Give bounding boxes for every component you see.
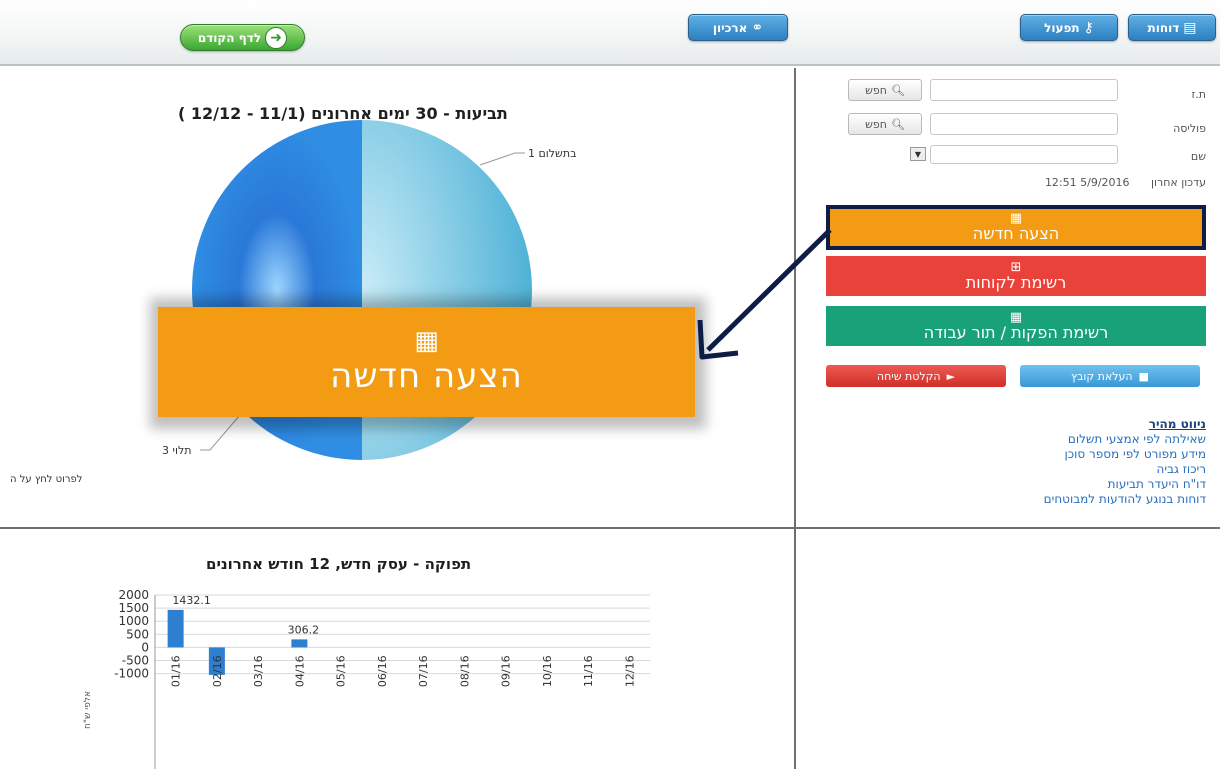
x-tick-label: 12/16 xyxy=(623,655,636,687)
contacts-icon: ⊞ xyxy=(1010,259,1022,275)
pie-label-paid: בתשלום 1 xyxy=(528,147,576,160)
policy-input[interactable] xyxy=(930,113,1118,135)
y-tick-label: 2000 xyxy=(118,588,149,602)
quick-nav-link[interactable]: מידע מפורט לפי מספר סוכן xyxy=(826,447,1207,462)
y-tick-label: -1000 xyxy=(114,667,149,681)
key-icon: ⚷ xyxy=(1083,19,1094,36)
customer-list-button[interactable]: ⊞ רשימת לקוחות xyxy=(826,256,1206,296)
calculator-icon: ▦ xyxy=(1009,309,1023,325)
pie-chart-note: לפרוט לחץ על ה xyxy=(10,474,83,485)
y-tick-label: 1000 xyxy=(118,614,149,628)
chevron-down-icon[interactable]: ▼ xyxy=(910,147,926,161)
back-button[interactable]: לדף הקודם ➜ xyxy=(180,24,305,51)
new-offer-popup-label: הצעה חדשה xyxy=(330,356,523,397)
search-icon: 🔍︎ xyxy=(890,83,905,97)
name-select[interactable] xyxy=(930,145,1118,164)
y-axis-title: אלפי ש"ח xyxy=(83,691,93,729)
back-button-label: לדף הקודם xyxy=(197,30,262,45)
new-offer-popup[interactable]: ▦ הצעה חדשה xyxy=(158,307,695,417)
x-tick-label: 11/16 xyxy=(582,655,595,687)
x-tick-label: 08/16 xyxy=(458,655,471,687)
quick-nav: ניווט מהיר שאילתה לפי אמצעי תשלום מידע מ… xyxy=(826,417,1206,507)
reports-button[interactable]: דוחות ▤ xyxy=(1128,14,1216,41)
x-tick-label: 01/16 xyxy=(170,655,183,687)
last-update: עדכון אחרון 12:51 5/9/2016 xyxy=(1045,176,1206,189)
production-list-button[interactable]: ▦ רשימת הפקות / תור עבודה xyxy=(826,306,1206,346)
operational-button-label: תפעול xyxy=(1044,20,1080,35)
upload-file-button[interactable]: העלאת קובץ ■ xyxy=(1020,365,1200,387)
x-tick-label: 09/16 xyxy=(500,655,513,687)
quick-nav-title: ניווט מהיר xyxy=(1148,417,1206,431)
x-tick-label: 10/16 xyxy=(541,655,554,687)
play-icon: ► xyxy=(946,369,956,383)
name-label: שם xyxy=(1190,150,1206,163)
bar xyxy=(291,639,308,648)
quick-nav-link[interactable]: דו"ח היעדר תביעות xyxy=(826,477,1206,492)
record-call-label: הקלטת שיחה xyxy=(876,369,941,383)
id-label: ת.ז xyxy=(1191,88,1206,101)
y-tick-label: 500 xyxy=(126,627,149,641)
binoculars-icon: ⚭ xyxy=(751,19,764,36)
file-icon: ■ xyxy=(1138,369,1149,383)
calculator-icon: ▦ xyxy=(414,326,439,357)
pie-label-pending: תלוי 3 xyxy=(162,444,191,457)
id-input[interactable] xyxy=(930,79,1118,101)
x-tick-label: 02/16 xyxy=(211,655,224,687)
production-bar-chart: 2000150010005000-500-1000 אלפי ש"ח 1432.1… xyxy=(83,588,650,769)
archive-button-label: ארכיון xyxy=(712,20,748,35)
last-update-label: עדכון אחרון xyxy=(1151,176,1206,189)
new-offer-button[interactable]: ▦ הצעה חדשה xyxy=(826,205,1206,250)
policy-label: פוליסה xyxy=(1173,122,1206,135)
last-update-value: 12:51 5/9/2016 xyxy=(1044,176,1130,189)
policy-search-label: חפש xyxy=(865,117,887,131)
id-search-label: חפש xyxy=(865,83,887,97)
callout-arrow xyxy=(697,228,832,360)
data-label: 306.2 xyxy=(288,623,320,636)
y-tick-label: -500 xyxy=(122,654,149,668)
x-tick-label: 03/16 xyxy=(252,655,265,687)
new-offer-label: הצעה חדשה xyxy=(972,224,1060,244)
top-toolbar: לדף הקודם ➜ ארכיון ⚭ תפעול ⚷ דוחות ▤ xyxy=(0,0,1220,66)
reports-button-label: דוחות xyxy=(1147,20,1180,35)
upload-file-label: העלאת קובץ xyxy=(1071,369,1133,383)
y-tick-label: 0 xyxy=(141,640,149,654)
id-search-button[interactable]: חפש 🔍︎ xyxy=(848,79,922,101)
y-tick-label: 1500 xyxy=(118,601,149,615)
production-list-label: רשימת הפקות / תור עבודה xyxy=(923,322,1109,342)
policy-search-button[interactable]: חפש 🔍︎ xyxy=(848,113,922,135)
x-tick-label: 04/16 xyxy=(293,655,306,687)
arrow-right-icon: ➜ xyxy=(265,26,288,49)
quick-nav-link[interactable]: שאילתה לפי אמצעי תשלום xyxy=(826,432,1206,447)
archive-button[interactable]: ארכיון ⚭ xyxy=(688,14,788,41)
bar xyxy=(167,609,184,648)
x-tick-label: 06/16 xyxy=(376,655,389,687)
search-icon: 🔍︎ xyxy=(890,117,905,131)
leader-line xyxy=(479,152,525,166)
quick-nav-link[interactable]: ריכוז גביה xyxy=(826,462,1206,477)
data-label: 1432.1 xyxy=(172,594,211,607)
bar-chart-title: תפוקה - עסק חדש, 12 חודש אחרונים xyxy=(206,555,472,573)
x-tick-label: 05/16 xyxy=(335,655,348,687)
quick-nav-link[interactable]: דוחות בנוגע להודעות למבוטחים xyxy=(826,492,1206,507)
arrow-line xyxy=(706,228,832,352)
horizontal-divider xyxy=(0,527,1220,529)
report-icon: ▤ xyxy=(1183,19,1197,36)
customer-list-label: רשימת לקוחות xyxy=(965,272,1067,292)
record-call-button[interactable]: הקלטת שיחה ► xyxy=(826,365,1006,387)
operational-button[interactable]: תפעול ⚷ xyxy=(1020,14,1118,41)
vertical-divider xyxy=(794,68,796,769)
x-tick-label: 07/16 xyxy=(417,655,430,687)
